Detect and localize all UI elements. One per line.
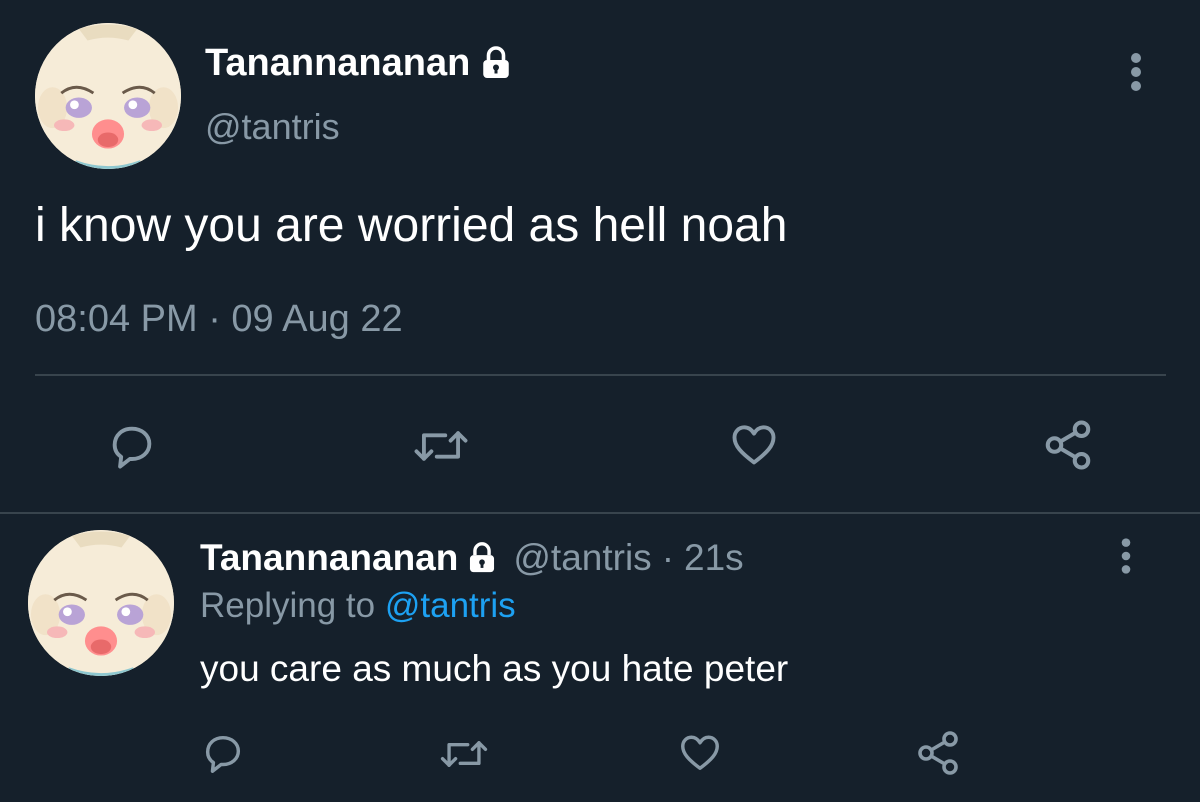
author-name-text: Tanannananan [205, 41, 471, 84]
share-icon[interactable] [1040, 418, 1096, 472]
tweet-text: i know you are worried as hell noah [35, 199, 788, 252]
avatar[interactable] [28, 530, 174, 676]
like-icon[interactable] [726, 418, 782, 470]
author-handle[interactable]: @tantris [205, 106, 340, 148]
lock-icon [465, 541, 499, 575]
lock-icon [478, 45, 514, 81]
replying-to-line: Replying to @tantris [200, 586, 516, 626]
share-icon[interactable] [914, 729, 962, 777]
replying-to-label: Replying to [200, 586, 376, 625]
replying-to-link[interactable]: @tantris [385, 586, 516, 625]
thread-divider [0, 512, 1200, 514]
retweet-icon[interactable] [436, 731, 492, 777]
like-icon[interactable] [676, 729, 724, 775]
avatar[interactable] [35, 23, 181, 169]
author-name[interactable]: Tanannananan [205, 40, 514, 86]
author-name[interactable]: Tanannananan [200, 537, 458, 579]
tweet-text: you care as much as you hate peter [200, 648, 789, 689]
tweet-timestamp[interactable]: 08:04 PM · 09 Aug 22 [35, 298, 403, 341]
reply-icon[interactable] [200, 730, 246, 776]
reply-header: Tanannananan @tantris · 21s [200, 535, 744, 581]
more-vertical-icon[interactable] [1124, 50, 1148, 94]
meta-separator: · [661, 537, 675, 578]
divider [35, 374, 1166, 376]
reply-icon[interactable] [106, 420, 158, 472]
retweet-icon[interactable] [409, 420, 473, 472]
more-vertical-icon[interactable] [1114, 535, 1138, 577]
author-handle[interactable]: @tantris [513, 537, 651, 579]
tweet-age[interactable]: 21s [684, 537, 744, 579]
